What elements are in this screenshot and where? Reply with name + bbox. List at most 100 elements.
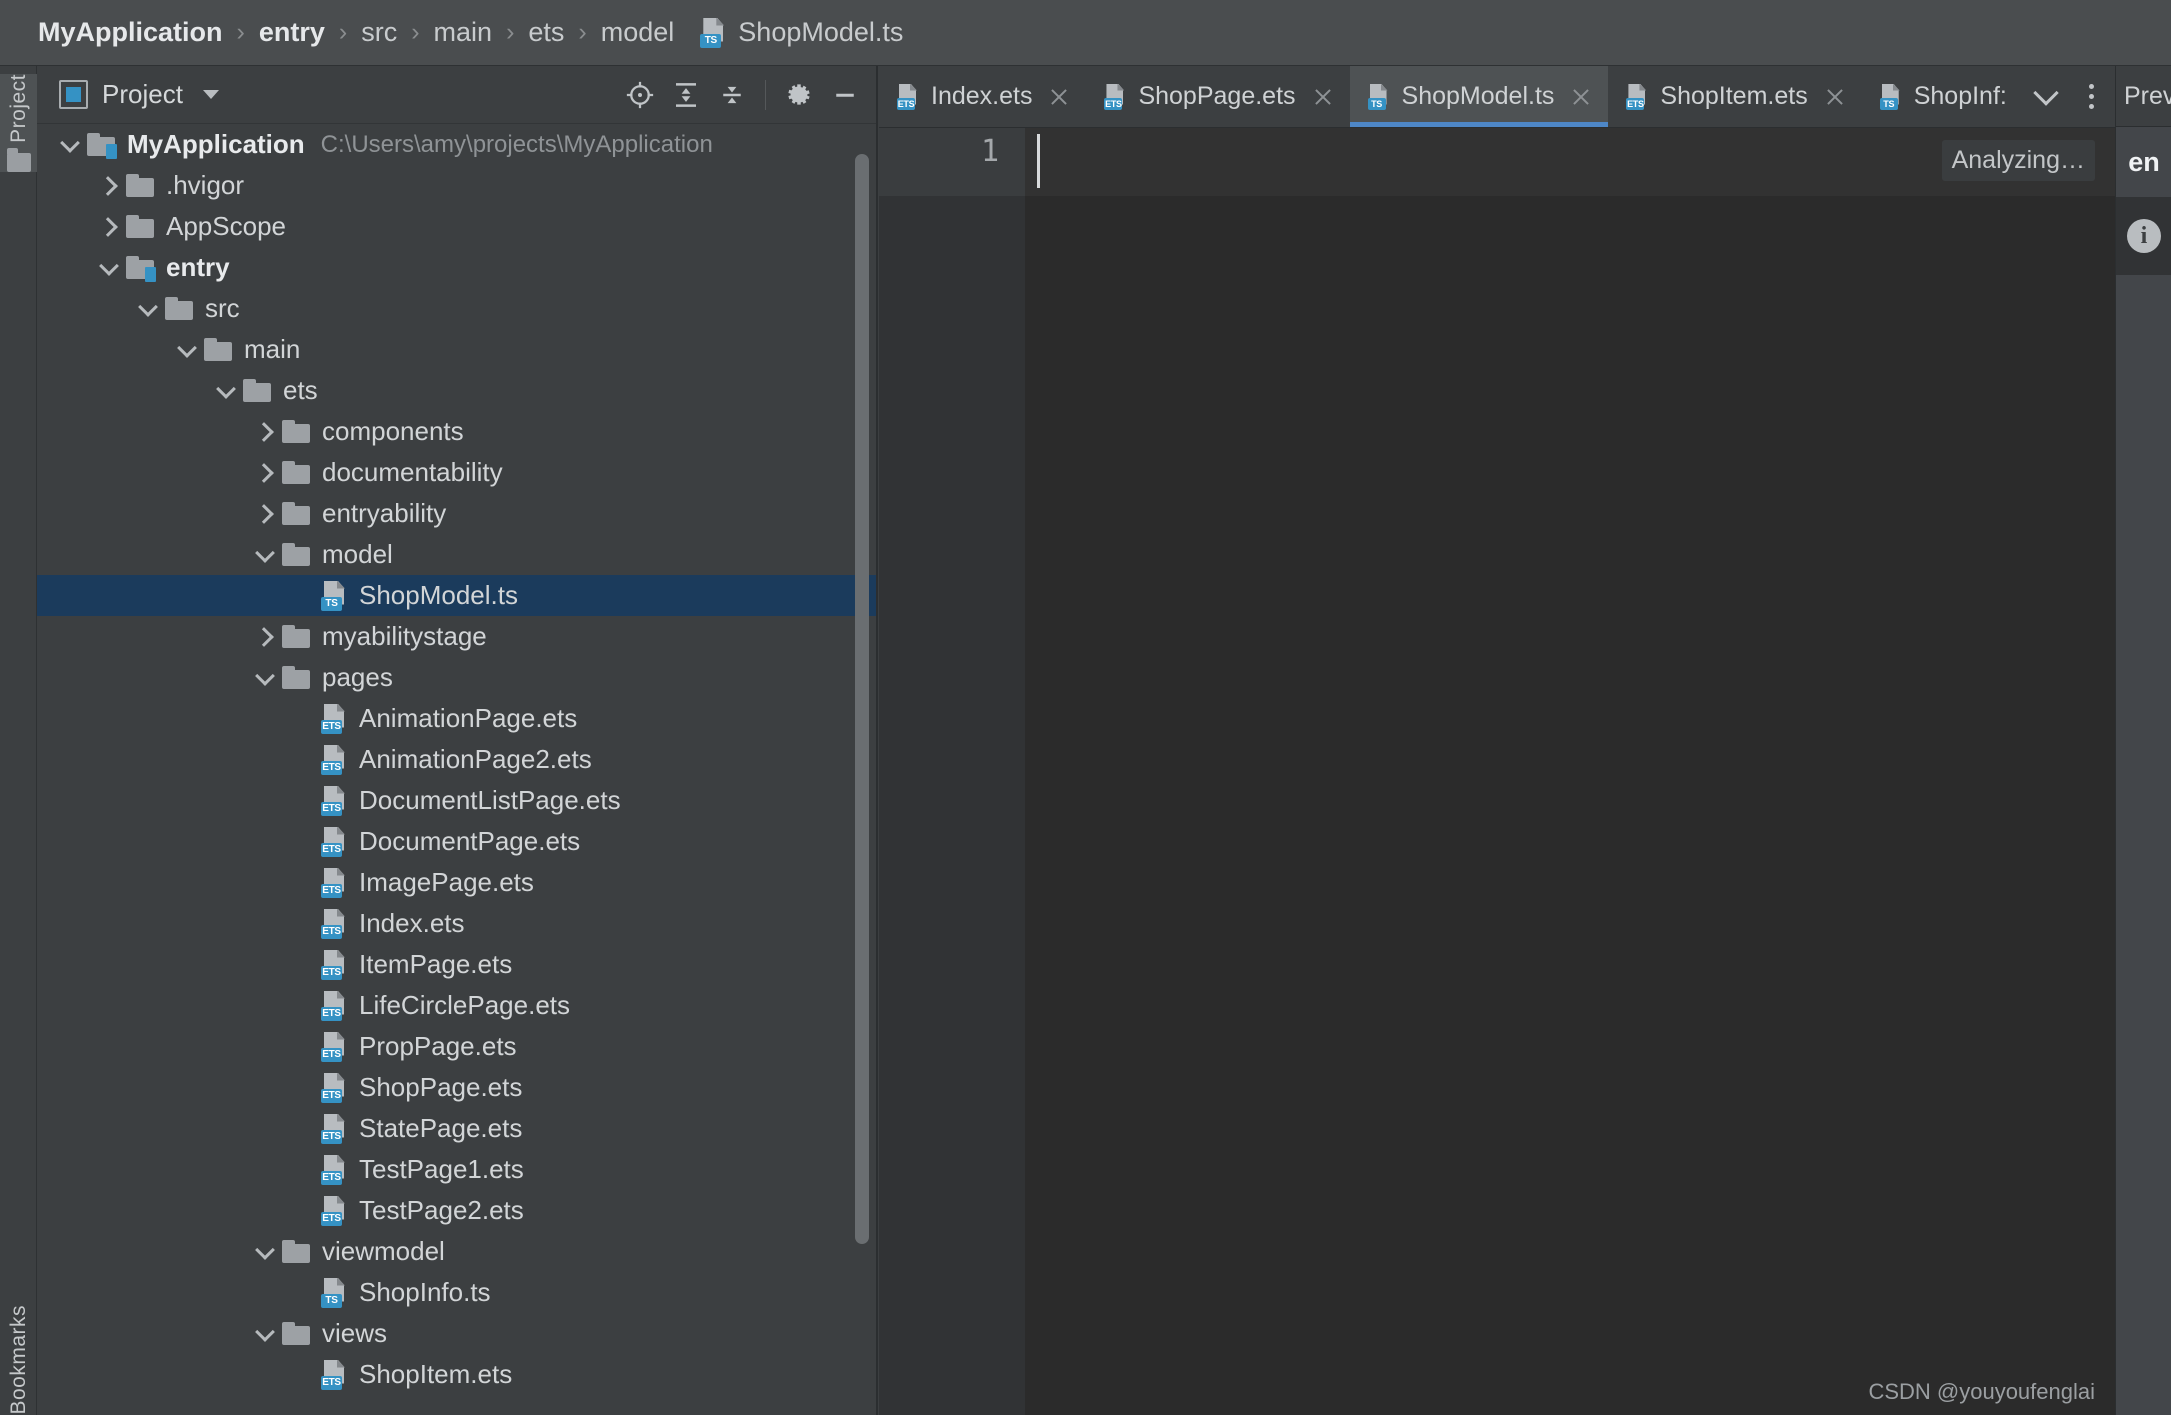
chevron-down-icon[interactable] — [59, 134, 81, 156]
tree-node-label: entryability — [322, 498, 447, 528]
chevron-right-icon[interactable] — [254, 462, 276, 484]
editor-tab-shopinf[interactable]: TS ShopInf: — [1862, 66, 2023, 127]
breadcrumb-segment-3[interactable]: main — [434, 17, 493, 48]
folder-icon — [204, 338, 232, 361]
tree-row[interactable]: ETS AnimationPage2.ets — [37, 739, 878, 780]
tool-tab-bookmarks[interactable]: Bookmarks — [0, 1305, 37, 1415]
tree-row[interactable]: ETS AnimationPage.ets — [37, 698, 878, 739]
chevron-right-icon[interactable] — [98, 175, 120, 197]
chevron-down-icon[interactable] — [215, 380, 237, 402]
project-panel-toolbar — [619, 66, 866, 124]
chevron-right-icon[interactable] — [254, 421, 276, 443]
tree-row[interactable]: ETS PropPage.ets — [37, 1026, 878, 1067]
tree-row[interactable]: TS ShopInfo.ts — [37, 1272, 878, 1313]
close-icon[interactable] — [1824, 86, 1846, 108]
ets-file-icon: ETS — [1104, 83, 1126, 110]
info-icon[interactable]: i — [2127, 219, 2161, 253]
tree-node-label: MyApplication — [127, 129, 305, 159]
tree-row[interactable]: ETS StatePage.ets — [37, 1108, 878, 1149]
tree-row[interactable]: ETS TestPage2.ets — [37, 1190, 878, 1231]
file-type-badge: ETS — [321, 883, 342, 898]
expand-all-icon[interactable] — [665, 74, 707, 116]
chevron-down-icon[interactable] — [254, 544, 276, 566]
editor-tab-shopmodel-ts[interactable]: TS ShopModel.ts — [1349, 66, 1609, 127]
ide-window: MyApplication › entry › src › main › ets… — [0, 0, 2171, 1415]
tree-row[interactable]: ETS DocumentPage.ets — [37, 821, 878, 862]
project-panel-title: Project — [102, 79, 183, 109]
editor-tab-shopitem-ets[interactable]: ETS ShopItem.ets — [1608, 66, 1861, 127]
tree-row[interactable]: ETS DocumentListPage.ets — [37, 780, 878, 821]
chevron-down-icon[interactable] — [254, 1323, 276, 1345]
tree-row[interactable]: components — [37, 411, 878, 452]
collapse-all-icon[interactable] — [711, 74, 753, 116]
more-options-icon[interactable] — [2069, 66, 2115, 127]
file-type-badge: ETS — [321, 1047, 342, 1062]
file-type-badge: ETS — [321, 1375, 342, 1390]
chevron-down-icon[interactable] — [254, 1241, 276, 1263]
tree-row[interactable]: ETS LifeCirclePage.ets — [37, 985, 878, 1026]
chevron-right-icon[interactable] — [254, 626, 276, 648]
ets-file-icon: ETS — [321, 785, 347, 816]
close-icon[interactable] — [1048, 86, 1070, 108]
ets-file-icon: ETS — [321, 990, 347, 1021]
chevron-right-icon[interactable] — [98, 216, 120, 238]
chevron-down-icon[interactable] — [176, 339, 198, 361]
tool-tab-preview[interactable]: Prev — [2116, 66, 2171, 127]
tree-row[interactable]: entry — [37, 247, 878, 288]
locate-target-icon[interactable] — [619, 74, 661, 116]
breadcrumb-segment-1[interactable]: entry — [259, 17, 325, 48]
tree-row[interactable]: ETS ImagePage.ets — [37, 862, 878, 903]
editor-tab-index-ets[interactable]: ETS Index.ets — [879, 66, 1086, 127]
tree-row[interactable]: main — [37, 329, 878, 370]
file-type-badge: TS — [1879, 97, 1898, 110]
chevron-right-icon[interactable] — [254, 503, 276, 525]
close-icon[interactable] — [1570, 86, 1592, 108]
tree-row[interactable]: AppScope — [37, 206, 878, 247]
chevron-down-icon[interactable] — [137, 298, 159, 320]
chevron-down-icon[interactable] — [98, 257, 120, 279]
breadcrumb-segment-4[interactable]: ets — [528, 17, 564, 48]
code-editor[interactable]: 1 Analyzing… CSDN @youyoufenglai — [879, 128, 2115, 1415]
project-view-selector[interactable]: Project — [59, 79, 219, 110]
tree-row[interactable]: model — [37, 534, 878, 575]
breadcrumb-segment-5[interactable]: model — [601, 17, 675, 48]
breadcrumb-segment-2[interactable]: src — [361, 17, 397, 48]
file-type-badge: ETS — [1626, 97, 1645, 110]
breadcrumb-segment-0[interactable]: MyApplication — [38, 17, 223, 48]
tree-node-label: LifeCirclePage.ets — [359, 990, 570, 1020]
tree-row[interactable]: MyApplication C:\Users\amy\projects\MyApp… — [37, 124, 878, 165]
tree-row[interactable]: ETS ShopItem.ets — [37, 1354, 878, 1395]
tree-row[interactable]: ets — [37, 370, 878, 411]
file-type-badge: ETS — [321, 1006, 342, 1021]
panel-divider[interactable] — [876, 66, 878, 1415]
chevron-down-icon[interactable] — [2023, 66, 2069, 127]
tree-row[interactable]: ETS TestPage1.ets — [37, 1149, 878, 1190]
project-tree-scrollbar[interactable] — [855, 154, 869, 1244]
tree-row[interactable]: entryability — [37, 493, 878, 534]
tree-row[interactable]: ETS ShopPage.ets — [37, 1067, 878, 1108]
tree-row[interactable]: ETS Index.ets — [37, 903, 878, 944]
tree-row[interactable]: viewmodel — [37, 1231, 878, 1272]
tool-tab-project[interactable]: Project — [0, 74, 37, 172]
minimize-icon[interactable] — [824, 74, 866, 116]
tree-row[interactable]: myabilitystage — [37, 616, 878, 657]
tree-row[interactable]: pages — [37, 657, 878, 698]
locale-badge[interactable]: en — [2116, 127, 2171, 197]
tree-row[interactable]: .hvigor — [37, 165, 878, 206]
tree-row[interactable]: documentability — [37, 452, 878, 493]
chevron-down-icon[interactable] — [254, 667, 276, 689]
tree-node-label: .hvigor — [166, 170, 245, 200]
close-icon[interactable] — [1312, 86, 1334, 108]
breadcrumb-file[interactable]: TS ShopModel.ts — [700, 17, 903, 48]
tree-row[interactable]: ETS ItemPage.ets — [37, 944, 878, 985]
breadcrumb-separator-icon: › — [578, 18, 587, 46]
typescript-file-icon: TS — [1367, 83, 1390, 110]
editor-tab-shoppage-ets[interactable]: ETS ShopPage.ets — [1086, 66, 1349, 127]
gear-icon[interactable] — [778, 74, 820, 116]
project-tree[interactable]: MyApplication C:\Users\amy\projects\MyApp… — [37, 124, 878, 1415]
tree-row[interactable]: src — [37, 288, 878, 329]
tree-row[interactable]: TS ShopModel.ts — [37, 575, 878, 616]
tree-row[interactable]: views — [37, 1313, 878, 1354]
